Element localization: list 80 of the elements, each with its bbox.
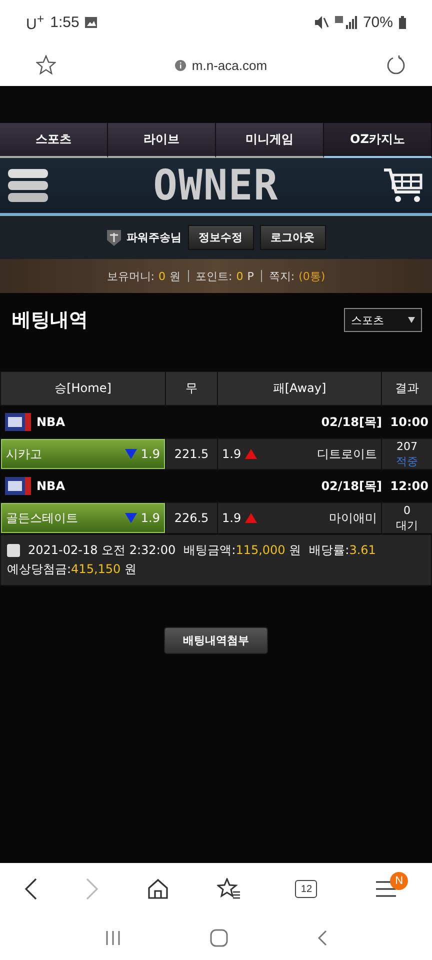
league-name: NBA <box>36 415 65 429</box>
account-button[interactable]: 로그아웃 <box>260 225 326 250</box>
page-title: 베팅내역 <box>12 308 88 333</box>
column-header: 결과 <box>382 372 432 406</box>
menu-icon[interactable] <box>8 168 48 202</box>
attach-history-button[interactable]: 배팅내역첨부 <box>164 627 268 654</box>
league-logo-icon <box>4 477 30 495</box>
home-pick[interactable]: 시카고 1.9 <box>1 439 165 469</box>
summary-label: 배당률: <box>309 543 350 557</box>
odds: 1.9 <box>140 447 160 461</box>
score: 0 <box>402 503 412 518</box>
menu-icon <box>376 881 396 897</box>
account-button[interactable]: 정보수정 <box>188 225 254 250</box>
nav-tab[interactable]: 라이브 <box>108 123 216 158</box>
match-time: 10:00 <box>390 414 428 428</box>
summary-label: 배팅금액: <box>184 543 236 557</box>
summary-value: 3.61 <box>349 543 376 557</box>
url-text[interactable]: m.n-aca.com <box>192 58 268 72</box>
carrier-label: U$^{+}$ <box>26 12 44 32</box>
checkbox[interactable] <box>7 544 20 557</box>
shield-icon <box>106 230 120 246</box>
odds: 1.9 <box>140 511 160 525</box>
match-time: 12:00 <box>390 478 428 492</box>
summary-label: 예상당첨금: <box>7 562 72 576</box>
user-name: 파워주송님 <box>126 230 182 245</box>
back-icon[interactable] <box>24 878 38 900</box>
unit-label: 원 <box>170 268 181 284</box>
star-icon[interactable] <box>36 55 56 75</box>
cart-icon[interactable] <box>384 168 424 204</box>
balance-label: 포인트: <box>196 268 232 284</box>
odds: 1.9 <box>222 511 242 525</box>
match-date: 02/18[목] <box>321 478 382 492</box>
battery-icon <box>399 16 406 28</box>
match-date: 02/18[목] <box>321 414 382 428</box>
home-pick[interactable]: 골든스테이트 1.9 <box>1 503 165 533</box>
handicap-value: 226.5 <box>174 511 209 525</box>
league-name: NBA <box>36 479 65 493</box>
league-logo-icon <box>4 413 30 431</box>
team-name: 디트로이트 <box>317 446 377 462</box>
notification-badge: N <box>390 872 408 890</box>
nav-tab[interactable]: OZ카지노 <box>324 123 432 158</box>
column-header: 패[Away] <box>218 372 382 406</box>
result-status: 대기 <box>395 518 419 533</box>
unit-label: 원 <box>124 562 136 576</box>
clock: 1:55 <box>50 14 80 30</box>
nav-tab[interactable]: 미니게임 <box>216 123 324 158</box>
balance-label: 보유머니: <box>106 268 155 284</box>
bookmarks-icon[interactable] <box>216 878 241 900</box>
dropdown-arrow-icon <box>408 317 415 323</box>
balance-value: 0 <box>236 270 244 282</box>
balance-value: 0 <box>158 270 166 282</box>
away-pick[interactable]: 1.9 디트로이트 <box>218 439 381 469</box>
recent-apps-icon[interactable] <box>104 930 121 946</box>
bet-datetime: 2021-02-18 오전 2:32:00 <box>28 542 176 559</box>
image-icon <box>85 16 98 28</box>
summary-value: 115,000 <box>236 543 286 557</box>
mute-icon <box>314 16 329 28</box>
column-header: 무 <box>166 372 218 406</box>
battery-percent: 70% <box>362 14 393 30</box>
team-name: 시카고 <box>6 446 42 462</box>
unit-label: P <box>247 270 254 282</box>
column-header: 승[Home] <box>0 372 166 406</box>
summary-value: 415,150 <box>71 562 121 576</box>
score: 207 <box>396 439 418 454</box>
unit-label: 원 <box>289 543 302 557</box>
away-pick[interactable]: 1.9 마이애미 <box>218 503 381 533</box>
team-name: 마이애미 <box>329 510 377 526</box>
team-name: 골든스테이트 <box>6 510 78 526</box>
result-status: 적중 <box>395 454 419 469</box>
tabs-button[interactable]: 12 <box>288 872 324 906</box>
balance-value: (0통) <box>298 268 326 284</box>
signal-icon <box>334 16 357 28</box>
odds: 1.9 <box>222 447 242 461</box>
category-dropdown[interactable]: 스포츠 <box>344 308 422 332</box>
info-icon[interactable] <box>174 60 186 70</box>
reload-icon[interactable] <box>386 55 406 75</box>
handicap-value: 221.5 <box>174 447 209 461</box>
nav-tab[interactable]: 스포츠 <box>0 123 108 158</box>
balance-label: 쪽지: <box>268 268 295 284</box>
home-icon[interactable] <box>147 878 170 900</box>
